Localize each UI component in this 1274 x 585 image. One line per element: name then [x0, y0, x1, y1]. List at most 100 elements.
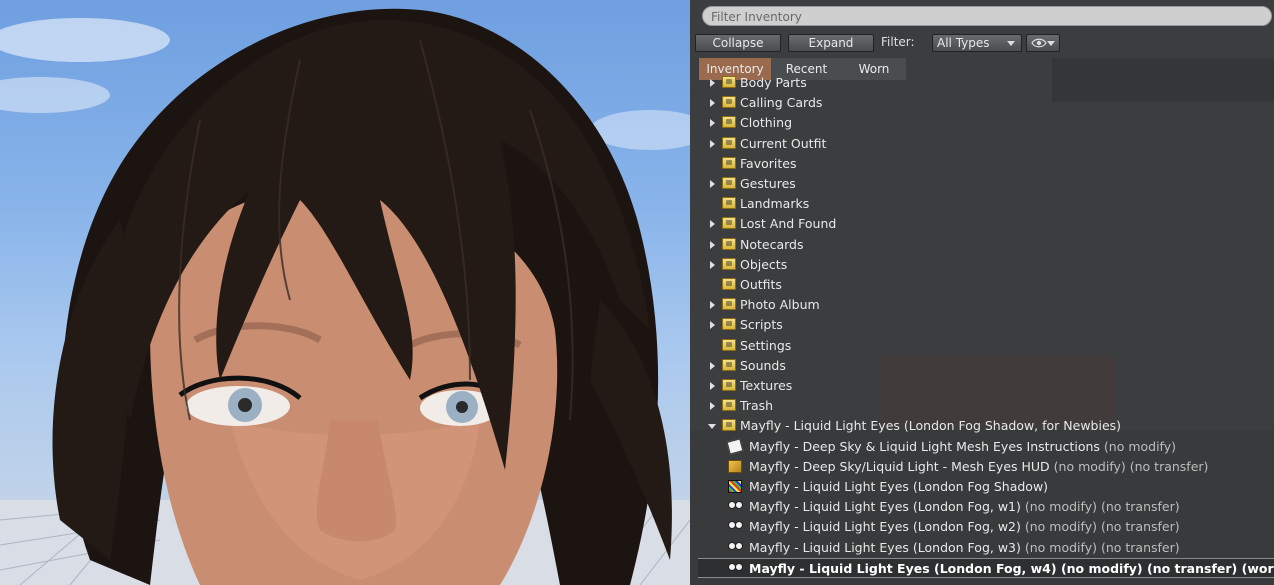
filter-inventory-input[interactable] [711, 8, 1251, 25]
inventory-folder-row[interactable]: Textures [690, 376, 1274, 396]
object-box-icon [728, 460, 742, 473]
item-permissions: (no modify) (no transfer) [1049, 459, 1209, 474]
item-name: Mayfly - Liquid Light Eyes (London Fog, … [749, 519, 1021, 534]
filter-inventory-field[interactable] [702, 6, 1272, 26]
item-name: Mayfly - Deep Sky/Liquid Light - Mesh Ey… [749, 459, 1050, 474]
inventory-folder-row[interactable]: Objects [690, 255, 1274, 275]
favorites-folder-icon [722, 157, 736, 169]
expand-triangle-icon[interactable] [710, 321, 715, 329]
inventory-item-row[interactable]: Mayfly - Liquid Light Eyes (London Fog S… [690, 477, 1274, 497]
inventory-tree: Body Parts Calling Cards Clothing Current O… [690, 74, 1274, 585]
inventory-folder-row[interactable]: Clothing [690, 113, 1274, 133]
settings-folder-icon [722, 339, 736, 351]
inventory-folder-row[interactable]: Landmarks [690, 194, 1274, 214]
item-label: Mayfly - Liquid Light Eyes (London Fog, … [749, 519, 1180, 534]
inventory-folder-row[interactable]: Trash [690, 396, 1274, 416]
inventory-folder-row[interactable]: Scripts [690, 315, 1274, 335]
item-name: Mayfly - Deep Sky & Liquid Light Mesh Ey… [749, 439, 1100, 454]
expand-triangle-icon[interactable] [710, 99, 715, 107]
folder-label: Mayfly - Liquid Light Eyes (London Fog S… [740, 418, 1122, 433]
folder-label: Sounds [740, 358, 786, 373]
inventory-panel: Collapse Expand Filter: All Types Invent… [690, 0, 1274, 585]
textures-folder-icon [722, 379, 736, 391]
folder-label: Scripts [740, 317, 783, 332]
inventory-folder-row[interactable]: Calling Cards [690, 93, 1274, 113]
item-permissions: (no modify) (no transfer) (worn) [1056, 561, 1274, 576]
inventory-folder-row[interactable]: Sounds [690, 356, 1274, 376]
landmarks-folder-icon [722, 197, 736, 209]
notecard-icon [726, 438, 744, 455]
avatar-face-render [0, 8, 690, 585]
item-label: Mayfly - Deep Sky/Liquid Light - Mesh Ey… [749, 459, 1208, 474]
visibility-options-button[interactable] [1026, 34, 1060, 52]
folder-label: Clothing [740, 115, 793, 130]
inventory-item-row-selected[interactable]: Mayfly - Liquid Light Eyes (London Fog, … [698, 558, 1274, 578]
expand-triangle-icon[interactable] [710, 261, 715, 269]
current-outfit-folder-icon [722, 137, 736, 149]
expand-triangle-icon[interactable] [710, 119, 715, 127]
item-permissions: (no modify) (no transfer) [1020, 540, 1180, 555]
folder-label: Current Outfit [740, 136, 827, 151]
chevron-down-icon [1047, 41, 1055, 46]
inventory-folder-row[interactable]: Mayfly - Liquid Light Eyes (London Fog S… [690, 416, 1274, 436]
type-filter-dropdown[interactable]: All Types [932, 34, 1022, 52]
folder-label: Trash [740, 398, 774, 413]
folder-label: Lost And Found [740, 216, 837, 231]
item-permissions: (no modify) [1099, 439, 1177, 454]
expand-button[interactable]: Expand [788, 34, 874, 52]
item-label: Mayfly - Deep Sky & Liquid Light Mesh Ey… [749, 439, 1176, 454]
folder-label: Body Parts [740, 75, 807, 90]
lost-and-found-folder-icon [722, 217, 736, 229]
folder-label: Photo Album [740, 297, 820, 312]
expand-triangle-icon[interactable] [710, 241, 715, 249]
inventory-folder-row[interactable]: Gestures [690, 174, 1274, 194]
filter-label: Filter: [881, 35, 915, 49]
inventory-folder-row[interactable]: Current Outfit [690, 134, 1274, 154]
expand-triangle-icon[interactable] [710, 180, 715, 188]
inventory-item-row[interactable]: Mayfly - Deep Sky & Liquid Light Mesh Ey… [690, 437, 1274, 457]
eyes-icon [728, 562, 743, 575]
folder-label: Outfits [740, 277, 782, 292]
type-filter-value: All Types [937, 36, 990, 50]
expand-triangle-icon[interactable] [710, 382, 715, 390]
expand-triangle-icon[interactable] [710, 220, 715, 228]
3d-viewport[interactable] [0, 0, 690, 585]
expand-triangle-icon[interactable] [710, 362, 715, 370]
expand-triangle-icon[interactable] [710, 140, 715, 148]
collapse-button[interactable]: Collapse [695, 34, 781, 52]
inventory-folder-row[interactable]: Body Parts [690, 74, 1274, 93]
item-name: Mayfly - Liquid Light Eyes (London Fog, … [749, 561, 1057, 576]
inventory-folder-row[interactable]: Settings [690, 336, 1274, 356]
folder-label: Calling Cards [740, 95, 823, 110]
sounds-folder-icon [722, 359, 736, 371]
inventory-item-row[interactable]: Mayfly - Liquid Light Eyes (London Fog, … [690, 517, 1274, 537]
item-label: Mayfly - Liquid Light Eyes (London Fog, … [749, 540, 1180, 555]
item-label: Mayfly - Liquid Light Eyes (London Fog S… [749, 479, 1048, 494]
notecards-folder-icon [722, 238, 736, 250]
item-name: Mayfly - Liquid Light Eyes (London Fog S… [749, 479, 1049, 494]
inventory-folder-row[interactable]: Notecards [690, 235, 1274, 255]
inventory-folder-row[interactable]: Photo Album [690, 295, 1274, 315]
chevron-down-icon [1007, 41, 1015, 46]
eye-icon [1031, 38, 1047, 48]
folder-label: Landmarks [740, 196, 810, 211]
expand-triangle-icon[interactable] [710, 79, 715, 87]
inventory-folder-row[interactable]: Lost And Found [690, 214, 1274, 234]
inventory-item-row[interactable]: Mayfly - Liquid Light Eyes (London Fog, … [690, 497, 1274, 517]
eyes-icon [728, 500, 743, 513]
objects-folder-icon [722, 258, 736, 270]
item-name: Mayfly - Liquid Light Eyes (London Fog, … [749, 540, 1021, 555]
inventory-folder-row[interactable]: Favorites [690, 154, 1274, 174]
photo-album-folder-icon [722, 298, 736, 310]
folder-label: Notecards [740, 237, 804, 252]
inventory-item-row[interactable]: Mayfly - Liquid Light Eyes (London Fog, … [690, 538, 1274, 558]
inventory-folder-row[interactable]: Outfits [690, 275, 1274, 295]
inventory-item-row[interactable]: Mayfly - Deep Sky/Liquid Light - Mesh Ey… [690, 457, 1274, 477]
eyes-icon [728, 541, 743, 554]
clothing-folder-icon [722, 116, 736, 128]
expand-triangle-icon[interactable] [710, 402, 715, 410]
collapse-triangle-icon[interactable] [708, 424, 716, 429]
calling-cards-folder-icon [722, 96, 736, 108]
expand-triangle-icon[interactable] [710, 301, 715, 309]
item-permissions: (no modify) (no transfer) [1020, 499, 1180, 514]
